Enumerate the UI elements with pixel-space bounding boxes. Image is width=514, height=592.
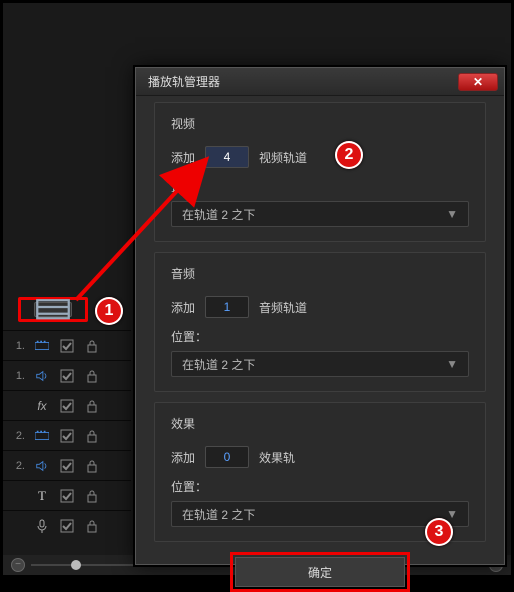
lock-icon[interactable]	[84, 429, 100, 443]
track-manager-button[interactable]	[34, 302, 72, 317]
ok-button-highlight: 确定	[230, 552, 410, 592]
audio-position-dropdown[interactable]: 在轨道 2 之下 ▼	[171, 351, 469, 377]
lock-icon[interactable]	[84, 459, 100, 473]
position-label: 位置：	[171, 478, 469, 495]
ok-button[interactable]: 确定	[235, 557, 405, 587]
effect-count-input[interactable]	[205, 446, 249, 468]
fx-track-icon: fx	[34, 399, 50, 413]
track-row[interactable]: 2.	[3, 450, 131, 480]
dropdown-value: 在轨道 2 之下	[182, 356, 255, 373]
checkbox-icon[interactable]	[59, 489, 75, 503]
callout-badge-2: 2	[335, 141, 363, 169]
lock-icon[interactable]	[84, 339, 100, 353]
track-type-label: 音频轨道	[259, 299, 307, 316]
effect-position-dropdown[interactable]: 在轨道 2 之下 ▼	[171, 501, 469, 527]
voice-track-icon	[34, 519, 50, 533]
track-manager-dialog: 播放轨管理器 ✕ 视频 添加 视频轨道 置： 在轨道 2 之下 ▼ 音频 添加	[135, 67, 505, 565]
track-number: 1.	[13, 340, 25, 352]
checkbox-icon[interactable]	[59, 339, 75, 353]
track-row[interactable]: T	[3, 480, 131, 510]
section-title: 音频	[171, 265, 469, 282]
video-count-input[interactable]	[205, 146, 249, 168]
track-row[interactable]: 2.	[3, 420, 131, 450]
audio-track-icon	[34, 369, 50, 383]
dropdown-value: 在轨道 2 之下	[182, 206, 255, 223]
track-row[interactable]: 1.	[3, 360, 131, 390]
video-track-icon	[34, 429, 50, 443]
track-manager-button-highlight	[18, 297, 88, 322]
close-icon: ✕	[473, 75, 483, 89]
dialog-title: 播放轨管理器	[148, 73, 220, 90]
callout-badge-1: 1	[95, 297, 123, 325]
track-type-label: 视频轨道	[259, 149, 307, 166]
track-type-label: 效果轨	[259, 449, 295, 466]
chevron-down-icon: ▼	[446, 207, 458, 221]
track-row[interactable]: 1.	[3, 330, 131, 360]
video-section: 视频 添加 视频轨道 置： 在轨道 2 之下 ▼	[154, 102, 486, 242]
track-list: 1. 1. fx 2. 2. T	[3, 330, 131, 540]
checkbox-icon[interactable]	[59, 429, 75, 443]
track-row[interactable]	[3, 510, 131, 540]
chevron-down-icon: ▼	[446, 357, 458, 371]
position-label: 位置：	[171, 328, 469, 345]
checkbox-icon[interactable]	[59, 369, 75, 383]
lock-icon[interactable]	[84, 369, 100, 383]
lock-icon[interactable]	[84, 489, 100, 503]
add-label: 添加	[171, 449, 195, 466]
section-title: 视频	[171, 115, 469, 132]
dropdown-value: 在轨道 2 之下	[182, 506, 255, 523]
add-label: 添加	[171, 299, 195, 316]
close-button[interactable]: ✕	[458, 73, 498, 91]
checkbox-icon[interactable]	[59, 459, 75, 473]
dialog-titlebar[interactable]: 播放轨管理器 ✕	[136, 68, 504, 96]
video-position-dropdown[interactable]: 在轨道 2 之下 ▼	[171, 201, 469, 227]
audio-track-icon	[34, 459, 50, 473]
callout-badge-3: 3	[425, 518, 453, 546]
checkbox-icon[interactable]	[59, 519, 75, 533]
add-label: 添加	[171, 149, 195, 166]
lock-icon[interactable]	[84, 519, 100, 533]
position-label: 置：	[171, 178, 469, 195]
audio-section: 音频 添加 音频轨道 位置： 在轨道 2 之下 ▼	[154, 252, 486, 392]
lock-icon[interactable]	[84, 399, 100, 413]
video-track-icon	[34, 339, 50, 353]
track-row[interactable]: fx	[3, 390, 131, 420]
section-title: 效果	[171, 415, 469, 432]
audio-count-input[interactable]	[205, 296, 249, 318]
zoom-out-button[interactable]: −	[11, 558, 25, 572]
track-number: 2.	[13, 460, 25, 472]
chevron-down-icon: ▼	[446, 507, 458, 521]
track-number: 2.	[13, 430, 25, 442]
track-number: 1.	[13, 370, 25, 382]
checkbox-icon[interactable]	[59, 399, 75, 413]
title-track-icon: T	[34, 489, 50, 503]
